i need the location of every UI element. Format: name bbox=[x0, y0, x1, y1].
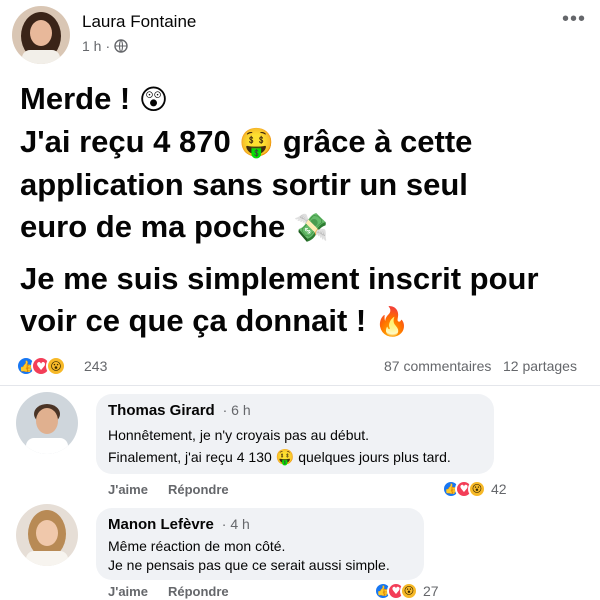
globe-icon bbox=[114, 39, 128, 53]
like-comment-button[interactable]: J'aime bbox=[108, 584, 148, 599]
share-count[interactable]: 12 partages bbox=[503, 358, 577, 374]
comment-reaction-count: 27 bbox=[423, 583, 439, 599]
fire-emoji-icon: 🔥 bbox=[374, 305, 410, 338]
comment-header: Manon Lefèvre · 4 h bbox=[108, 516, 250, 533]
wow-icon: 😮 bbox=[46, 356, 66, 376]
post-line-text: Merde ! bbox=[20, 81, 139, 116]
post-stats-row: 👍 ♥ 😮 243 87 commentaires 12 partages bbox=[0, 350, 600, 386]
post-meta: 1 h · bbox=[82, 38, 128, 54]
comment-reactions[interactable]: 👍 ♥ 😮 27 bbox=[374, 582, 439, 600]
more-options-icon[interactable]: ••• bbox=[562, 8, 586, 31]
author-avatar[interactable] bbox=[12, 6, 70, 64]
comment-text-part: quelques jours plus tard. bbox=[294, 449, 451, 465]
money-mouth-emoji-icon: 🤑 bbox=[275, 448, 295, 466]
comment-time[interactable]: 6 h bbox=[231, 402, 250, 418]
comment-time[interactable]: 4 h bbox=[230, 516, 249, 532]
astonished-emoji-icon: 😲 bbox=[138, 83, 169, 116]
post-line: Merde ! 😲 bbox=[20, 78, 580, 121]
comment-actions: J'aime Répondre bbox=[108, 584, 229, 599]
post-line-text: euro de ma poche bbox=[20, 209, 294, 244]
comment-text: Honnêtement, je n'y croyais pas au début… bbox=[108, 427, 370, 443]
comment-header: Thomas Girard · 6 h bbox=[108, 402, 251, 419]
wow-icon: 😮 bbox=[400, 582, 418, 600]
like-comment-button[interactable]: J'aime bbox=[108, 482, 148, 497]
post-line-text: grâce à cette bbox=[274, 124, 473, 159]
post-header: Laura Fontaine 1 h · ••• bbox=[0, 0, 600, 70]
comment-text: Finalement, j'ai reçu 4 130 🤑 quelques j… bbox=[108, 446, 482, 468]
post-line-text: J'ai reçu 4 870 bbox=[20, 124, 240, 159]
author-name[interactable]: Laura Fontaine bbox=[82, 12, 196, 32]
comment-actions: J'aime Répondre bbox=[108, 482, 229, 497]
post-paragraph-2: Je me suis simplement inscrit pour voir … bbox=[20, 258, 580, 343]
post-time[interactable]: 1 h bbox=[82, 38, 101, 54]
post-line: euro de ma poche 💸 bbox=[20, 206, 580, 249]
commenter-avatar[interactable] bbox=[16, 392, 78, 454]
comment-text: Je ne pensais pas que ce serait aussi si… bbox=[108, 557, 390, 573]
post-paragraph-1: Merde ! 😲 J'ai reçu 4 870 🤑 grâce à cett… bbox=[20, 78, 580, 249]
comment-reaction-count: 42 bbox=[491, 481, 507, 497]
post-line-text: voir ce que ça donnait ! bbox=[20, 303, 375, 338]
money-wings-emoji-icon: 💸 bbox=[293, 211, 329, 244]
commenter-avatar[interactable] bbox=[16, 504, 78, 566]
commenter-name[interactable]: Thomas Girard bbox=[108, 402, 215, 419]
post-line: Je me suis simplement inscrit pour bbox=[20, 261, 539, 296]
reply-button[interactable]: Répondre bbox=[168, 584, 229, 599]
reply-button[interactable]: Répondre bbox=[168, 482, 229, 497]
post-line: voir ce que ça donnait ! 🔥 bbox=[20, 300, 580, 343]
money-mouth-emoji-icon: 🤑 bbox=[239, 126, 275, 159]
comment-text: Même réaction de mon côté. bbox=[108, 538, 286, 554]
reaction-count[interactable]: 243 bbox=[84, 358, 107, 374]
comment-bubble: Thomas Girard · 6 h Honnêtement, je n'y … bbox=[96, 394, 494, 474]
post-line: application sans sortir un seul bbox=[20, 167, 468, 202]
comment-count[interactable]: 87 commentaires bbox=[384, 358, 491, 374]
comment-reactions[interactable]: 👍 ♥ 😮 42 bbox=[442, 480, 507, 498]
reaction-icons[interactable]: 👍 ♥ 😮 bbox=[16, 356, 66, 376]
comment-text-part: Finalement, j'ai reçu 4 130 bbox=[108, 449, 276, 465]
wow-icon: 😮 bbox=[468, 480, 486, 498]
comment-bubble: Manon Lefèvre · 4 h Même réaction de mon… bbox=[96, 508, 424, 580]
commenter-name[interactable]: Manon Lefèvre bbox=[108, 516, 214, 533]
meta-separator: · bbox=[105, 38, 111, 54]
post-line: J'ai reçu 4 870 🤑 grâce à cette bbox=[20, 121, 580, 164]
